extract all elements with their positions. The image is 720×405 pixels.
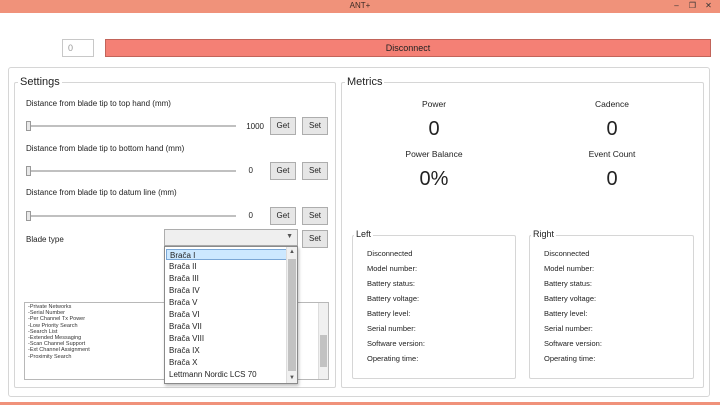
power-balance-value: 0%: [419, 168, 449, 190]
minimize-icon[interactable]: –: [671, 1, 682, 11]
metrics-title: Metrics: [345, 76, 385, 88]
blade-type-option[interactable]: Brača II: [166, 261, 287, 272]
blade-type-option[interactable]: Brača I: [166, 249, 287, 260]
blade-type-option[interactable]: Lettmann Nordic LCS 70: [166, 369, 287, 380]
capabilities-scroll-thumb[interactable]: [320, 335, 327, 367]
power-label: Power: [421, 99, 447, 109]
cadence-label: Cadence: [594, 99, 630, 109]
settings-title: Settings: [18, 76, 62, 88]
blade-type-option[interactable]: Brača IX: [166, 345, 287, 356]
power-balance-label: Power Balance: [405, 149, 463, 159]
datum-line-get-button[interactable]: Get: [270, 207, 296, 225]
bottom-hand-slider[interactable]: [26, 170, 236, 172]
top-hand-slider[interactable]: [26, 125, 236, 127]
right-detail-line: Disconnected: [544, 249, 590, 258]
blade-type-option[interactable]: Brača V: [166, 297, 287, 308]
right-detail-line: Battery voltage:: [544, 294, 597, 303]
bottom-hand-get-button[interactable]: Get: [270, 162, 296, 180]
blade-type-set-button[interactable]: Set: [302, 230, 328, 248]
restore-icon[interactable]: ❐: [687, 1, 698, 11]
datum-line-label: Distance from blade tip to datum line (m…: [26, 188, 177, 197]
bottom-hand-set-button[interactable]: Set: [302, 162, 328, 180]
cadence-value: 0: [606, 118, 618, 140]
datum-line-set-button[interactable]: Set: [302, 207, 328, 225]
datum-line-slider[interactable]: [26, 215, 236, 217]
top-hand-set-button[interactable]: Set: [302, 117, 328, 135]
blade-type-option[interactable]: Brača III: [166, 273, 287, 284]
scroll-down-icon[interactable]: ▼: [287, 373, 297, 383]
blade-type-dropdown[interactable]: Brača I Brača II Brača III Brača IV Brača VB…: [164, 246, 298, 384]
blade-type-option[interactable]: Brača IV: [166, 285, 287, 296]
left-detail-line: Disconnected: [367, 249, 413, 258]
title-bar: ANT+ – ❐ ✕: [0, 0, 720, 13]
datum-line-value: 0: [248, 211, 253, 220]
left-detail-line: Battery voltage:: [367, 294, 420, 303]
event-count-label: Event Count: [588, 149, 636, 159]
bottom-hand-label: Distance from blade tip to bottom hand (…: [26, 144, 185, 153]
dropdown-scroll-thumb[interactable]: [288, 259, 296, 371]
datum-line-slider-thumb[interactable]: [26, 211, 31, 221]
right-detail-line: Model number:: [544, 264, 595, 273]
capabilities-scrollbar[interactable]: [318, 303, 328, 379]
top-hand-slider-thumb[interactable]: [26, 121, 31, 131]
blade-type-option[interactable]: Brača X: [166, 357, 287, 368]
right-detail-line: Operating time:: [544, 354, 596, 363]
left-detail-line: Software version:: [367, 339, 425, 348]
blade-type-option[interactable]: Brača VIII: [166, 333, 287, 344]
bottom-hand-slider-thumb[interactable]: [26, 166, 31, 176]
chevron-down-icon[interactable]: ▼: [286, 233, 293, 240]
window-controls: – ❐ ✕: [671, 1, 714, 11]
window-title: ANT+: [349, 1, 371, 10]
right-detail-line: Serial number:: [544, 324, 593, 333]
left-detail-line: Battery status:: [367, 279, 415, 288]
blade-type-select[interactable]: ▼: [164, 229, 298, 246]
left-detail-line: Serial number:: [367, 324, 416, 333]
right-detail-line: Battery level:: [544, 309, 588, 318]
left-detail-line: Model number:: [367, 264, 418, 273]
top-hand-label: Distance from blade tip to top hand (mm): [26, 99, 171, 108]
right-title: Right: [531, 229, 557, 239]
power-value: 0: [428, 118, 440, 140]
left-detail-line: Battery level:: [367, 309, 411, 318]
right-detail-line: Battery status:: [544, 279, 592, 288]
channel-number-field[interactable]: 0: [62, 39, 94, 57]
bottom-hand-value: 0: [248, 166, 253, 175]
left-title: Left: [354, 229, 374, 239]
top-hand-get-button[interactable]: Get: [270, 117, 296, 135]
blade-type-option[interactable]: Brača VII: [166, 321, 287, 332]
close-icon[interactable]: ✕: [703, 1, 714, 11]
top-hand-value: 1000: [246, 122, 264, 131]
scroll-up-icon[interactable]: ▲: [287, 247, 297, 257]
right-detail-line: Software version:: [544, 339, 602, 348]
blade-type-option[interactable]: Brača VI: [166, 309, 287, 320]
blade-type-label: Blade type: [26, 235, 64, 244]
disconnect-button[interactable]: Disconnect: [105, 39, 711, 57]
event-count-value: 0: [606, 168, 618, 190]
left-detail-line: Operating time:: [367, 354, 419, 363]
dropdown-scrollbar[interactable]: ▲ ▼: [286, 247, 297, 383]
